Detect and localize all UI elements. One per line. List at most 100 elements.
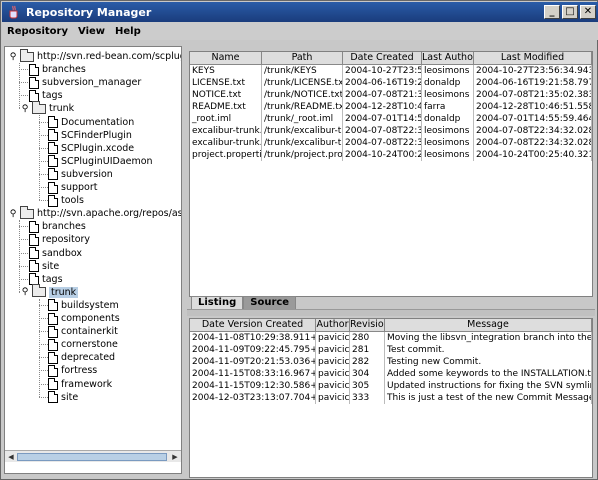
tree-item-SCPluginUIDaemon[interactable]: SCPluginUIDaemon [48,155,153,168]
close-button[interactable]: ✕ [580,5,596,19]
revisions-table-row[interactable]: 2004-11-09T09:22:45.795+10:00pavicich281… [190,344,592,356]
menu-view[interactable]: View [73,26,110,37]
tree-item-components[interactable]: components [48,312,120,325]
file-icon [48,351,58,364]
minimize-button[interactable]: _ [544,5,560,19]
files-table-cell: /trunk/project.proper... [264,149,343,161]
view-tabs: Listing Source [191,296,297,309]
expanded-handle-icon[interactable]: ⚲ [8,209,18,219]
tree-item-Documentation[interactable]: Documentation [48,116,134,129]
tree-item-buildsystem[interactable]: buildsystem [48,299,119,312]
files-column-header[interactable]: Last Modified [474,52,592,64]
tree-repo-repo1[interactable]: ⚲ http://svn.red-bean.com/scplugin [8,48,181,63]
tree-guide-line [39,396,48,398]
files-table-row[interactable]: project.properties/trunk/project.proper.… [190,149,592,161]
revisions-table-cell: 2004-12-03T23:13:07.704+10:00 [190,392,316,404]
revisions-table-row[interactable]: 2004-11-15T08:33:16.967+10:00pavicich304… [190,368,592,380]
file-icon [48,325,58,338]
tree-item-fortress[interactable]: fortress [48,364,97,377]
files-table-cell: NOTICE.txt [190,89,262,101]
tree-guide-line [19,239,28,241]
menu-help[interactable]: Help [110,26,146,37]
tree-item-branches[interactable]: branches [29,63,86,76]
revisions-column-header[interactable]: Message [385,319,592,331]
files-column-header[interactable]: Name [190,52,262,64]
scroll-track[interactable] [17,452,169,462]
tab-listing[interactable]: Listing [191,296,244,309]
files-table-cell: 2004-07-08T22:34:... [345,137,422,149]
files-table-cell: README.txt [190,101,262,113]
revisions-table-cell: 333 [350,392,385,404]
revisions-table-cell: 282 [350,356,385,368]
tree-item-repository[interactable]: repository [29,233,90,246]
tree-item-cornerstone[interactable]: cornerstone [48,338,118,351]
files-column-header[interactable]: Path [262,52,343,64]
tree-guide-line [39,370,48,372]
files-column-header[interactable]: Date Created [343,52,422,64]
files-table-cell: 2004-10-24T00:25:... [345,149,422,161]
tree-node-label: Documentation [61,116,135,128]
files-table-row[interactable]: excalibur-trunk.ipr/trunk/excalibur-trun… [190,125,592,137]
scroll-thumb[interactable] [17,452,167,461]
tree-horizontal-scrollbar[interactable]: ◀ ▶ [5,450,181,462]
tree-item-containerkit[interactable]: containerkit [48,325,118,338]
tree-item-subversion_manager[interactable]: subversion_manager [29,76,141,89]
expanded-handle-icon[interactable]: ⚲ [20,104,30,114]
revisions-column-header[interactable]: Author [316,319,350,331]
tab-source[interactable]: Source [243,296,297,309]
tree-item-site[interactable]: site [29,260,59,273]
files-table-cell: 2004-07-08T21:35:02.383+10... [474,89,592,101]
tree-item-site[interactable]: site [48,391,78,404]
tree-item-framework[interactable]: framework [48,378,112,391]
tree-node-label: framework [61,378,113,390]
files-table-cell: leosimons [422,149,474,161]
files-table-row[interactable]: excalibur-trunk.iws/trunk/excalibur-trun… [190,137,592,149]
revisions-column-header[interactable]: Date Version Created [190,319,316,331]
menu-repository[interactable]: Repository [2,26,73,37]
maximize-button[interactable]: □ [562,5,578,19]
files-table-row[interactable]: LICENSE.txt/trunk/LICENSE.txt 2004-06-16T… [190,77,592,89]
tree-item-trunk[interactable]: ⚲ trunk [20,284,79,299]
tree-item-tools[interactable]: tools [48,194,84,207]
tree-node-label: tags [42,273,63,285]
revisions-table-row[interactable]: 2004-11-09T20:21:53.036+10:00pavicich282… [190,356,592,368]
files-table-row[interactable]: NOTICE.txt/trunk/NOTICE.txt 2004-07-08T21… [190,89,592,101]
tree-item-SCPlugin.xcode[interactable]: SCPlugin.xcode [48,142,134,155]
files-table-row[interactable]: KEYS/trunk/KEYS2004-10-27T23:56:...leosi… [190,65,592,77]
files-table-cell: 2004-10-27T23:56:... [345,65,422,77]
revisions-table-cell: This is just a test of the new Commit Me… [387,392,592,404]
tree-guide-line [19,220,20,292]
files-table-row[interactable]: README.txt/trunk/README.txt 2004-12-28T10… [190,101,592,113]
file-icon [48,194,58,207]
files-table-cell: leosimons [422,65,474,77]
files-column-header[interactable]: Last Author [422,52,474,64]
tree-item-branches[interactable]: branches [29,220,86,233]
tree-item-sandbox[interactable]: sandbox [29,247,82,260]
tree-node-label: subversion_manager [42,77,142,89]
tree-repo-repo2[interactable]: ⚲ http://svn.apache.org/repos/asf/excalib… [8,205,181,220]
expanded-handle-icon[interactable]: ⚲ [8,52,18,62]
revisions-column-header[interactable]: Revision [350,319,385,331]
file-icon [48,391,58,404]
files-table-cell: 2004-07-08T22:34:32.028+10... [474,137,592,149]
scroll-left-arrow-icon[interactable]: ◀ [5,451,17,463]
scroll-right-arrow-icon[interactable]: ▶ [169,451,181,463]
files-table-cell: excalibur-trunk.ipr [192,125,262,137]
file-icon [48,129,58,142]
files-table-cell: /trunk/_root.iml [262,113,343,125]
revisions-table-row[interactable]: 2004-11-08T10:29:38.911+10:00pavicich280… [190,332,592,344]
revisions-table-cell: 2004-11-08T10:29:38.911+10:00 [190,332,316,344]
revisions-table-row[interactable]: 2004-11-15T09:12:30.586+10:00pavicich305… [190,380,592,392]
revisions-table-row[interactable]: 2004-12-03T23:13:07.704+10:00pavicich333… [190,392,592,404]
split-pane-divider[interactable] [187,309,595,316]
tree-item-subversion[interactable]: subversion [48,168,113,181]
revisions-table-cell: 2004-11-09T09:22:45.795+10:00 [190,344,316,356]
tree-item-trunk[interactable]: ⚲ trunk [20,100,74,115]
files-table-row[interactable]: _root.iml/trunk/_root.iml 2004-07-01T14:5… [190,113,592,125]
file-icon [48,142,58,155]
expanded-handle-icon[interactable]: ⚲ [20,287,30,297]
tree-item-deprecated[interactable]: deprecated [48,351,115,364]
tree-item-support[interactable]: support [48,181,97,194]
files-table-cell: /trunk/excalibur-trunk... [264,137,343,149]
tree-item-SCFinderPlugin[interactable]: SCFinderPlugin [48,129,132,142]
